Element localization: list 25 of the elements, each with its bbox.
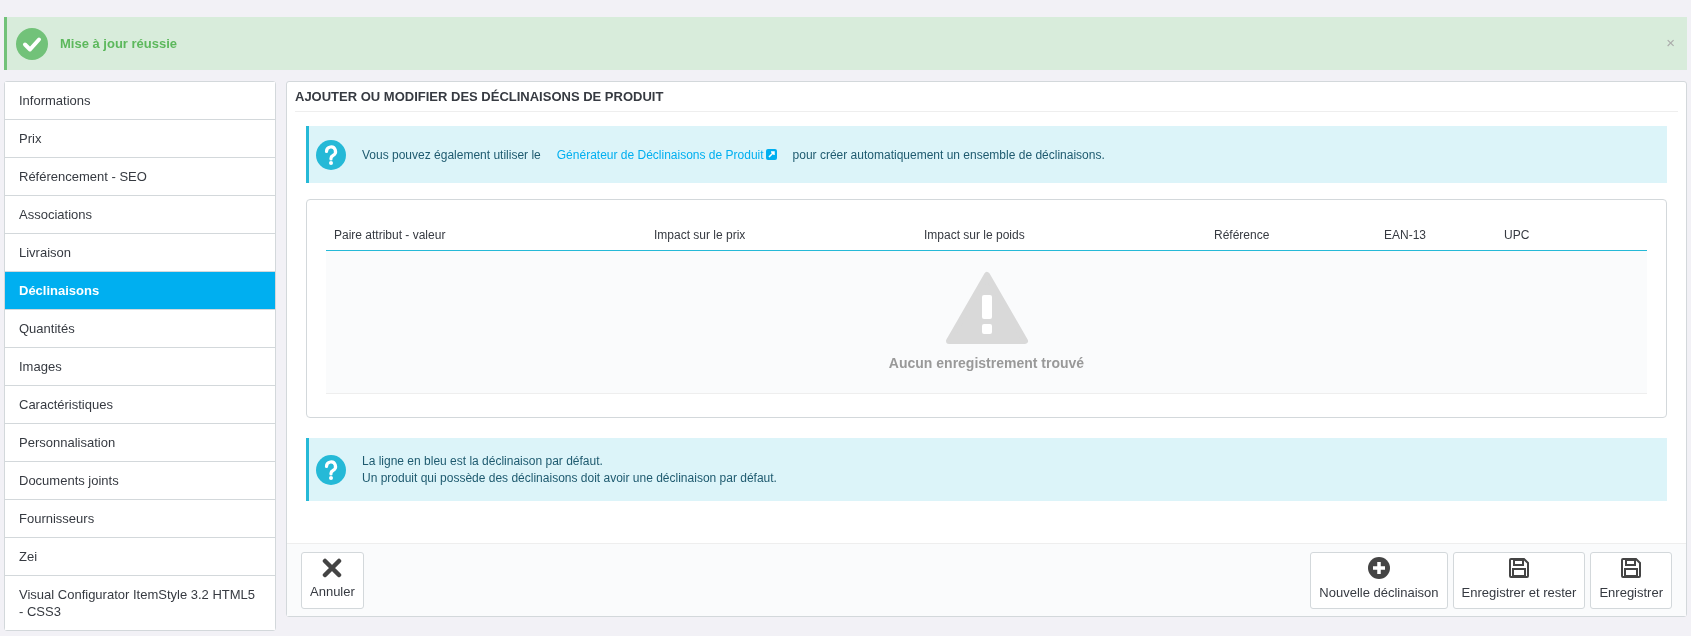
column-header: Référence bbox=[1214, 227, 1271, 244]
info-text: Vous pouvez également utiliser le bbox=[362, 146, 541, 164]
column-header: UPC bbox=[1504, 227, 1531, 244]
info-text: La ligne en bleu est la déclinaison par défaut. bbox=[362, 452, 604, 470]
external-link-icon bbox=[765, 149, 777, 160]
alert-message: Mise à jour réussie bbox=[60, 34, 179, 53]
close-icon bbox=[322, 558, 343, 579]
action-button[interactable]: Annuler bbox=[301, 551, 364, 609]
info-text: pour créer automatiquement un ensemble de déclinaisons. bbox=[792, 146, 1105, 164]
column-header: EAN-13 bbox=[1384, 227, 1428, 244]
action-button[interactable]: Enregistrer et rester bbox=[1452, 551, 1586, 609]
column-header: Impact sur le prix bbox=[654, 227, 747, 244]
empty-message: Aucun enregistrement trouvé bbox=[888, 353, 1085, 373]
action-button[interactable]: Nouvelle déclinaison bbox=[1310, 551, 1448, 609]
plus-circle-icon bbox=[1367, 557, 1390, 580]
column-header: Impact sur le poids bbox=[924, 227, 1026, 244]
panel-title: AJOUTER OU MODIFIER DES DÉCLINAISONS DE PRODUIT bbox=[295, 87, 664, 106]
question-icon bbox=[316, 139, 346, 170]
action-button[interactable]: Enregistrer bbox=[1590, 551, 1672, 609]
warning-icon bbox=[944, 270, 1029, 345]
info-text: Un produit qui possède des déclinaisons doit avoir une déclinaison par défaut. bbox=[362, 469, 777, 487]
question-icon bbox=[316, 454, 346, 485]
sidebar-item[interactable]: Informations bbox=[5, 82, 275, 120]
column-header: Paire attribut - valeur bbox=[334, 227, 447, 244]
check-circle-icon bbox=[16, 27, 48, 60]
